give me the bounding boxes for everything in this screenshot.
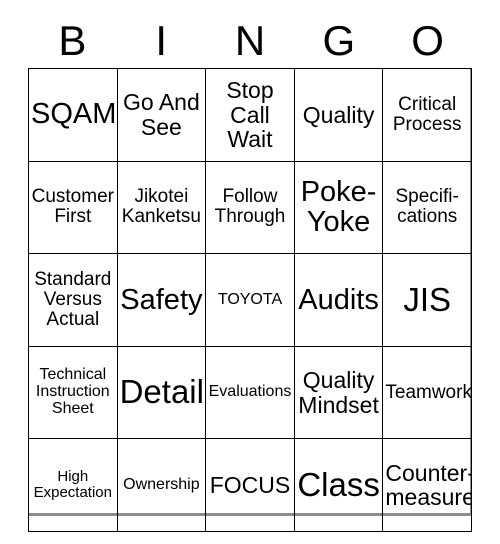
bingo-cell-label: TOYOTA	[217, 290, 283, 308]
bingo-cell-label: Standard Versus Actual	[34, 268, 112, 331]
bingo-header-letter-g: G	[322, 17, 356, 64]
bingo-cell-label: Technical Instruction Sheet	[35, 366, 110, 418]
bingo-row: SQAM Go And See Stop Call Wait Quality Criti…	[28, 68, 472, 162]
bingo-cell[interactable]: Poke- Yoke	[293, 160, 384, 255]
bingo-row: Customer First Jikotei Kanketsu Follow Thr…	[28, 160, 472, 255]
bingo-cell[interactable]: Follow Through	[205, 160, 295, 255]
bingo-cell[interactable]: Critical Process	[382, 68, 472, 162]
bingo-cell[interactable]: Teamwork	[382, 345, 472, 440]
bingo-cell[interactable]: Detail	[116, 345, 207, 440]
bingo-cell-label: Teamwork	[385, 381, 472, 403]
bingo-cell[interactable]: TOYOTA	[205, 253, 295, 347]
bingo-cell[interactable]: Technical Instruction Sheet	[28, 345, 118, 440]
bingo-row: High Expectation Ownership FOCUS Class Count…	[28, 438, 472, 532]
bingo-row: Standard Versus Actual Safety TOYOTA Audits…	[28, 253, 472, 347]
bingo-cell[interactable]: JIS	[382, 253, 472, 347]
bingo-row: Technical Instruction Sheet Detail Evaluat…	[28, 345, 472, 440]
bingo-cell[interactable]: Quality Mindset	[293, 345, 384, 440]
bingo-cell-label: FOCUS	[209, 471, 291, 498]
bingo-grid-container: SQAM Go And See Stop Call Wait Quality Criti…	[28, 68, 472, 532]
bingo-cell-label: JIS	[403, 280, 452, 318]
bingo-cell[interactable]: Evaluations	[205, 345, 295, 440]
bingo-cell[interactable]: High Expectation	[28, 438, 118, 532]
bingo-cell[interactable]: Quality	[293, 68, 384, 162]
bingo-cell-label: Specifi- cations	[395, 186, 459, 228]
bingo-cell-label: Stop Call Wait	[226, 77, 274, 152]
bingo-cell[interactable]: Stop Call Wait	[205, 68, 295, 162]
bingo-cell-label: Audits	[298, 283, 379, 316]
bingo-cell[interactable]: Audits	[293, 253, 384, 347]
bingo-cell-label: Poke- Yoke	[300, 175, 377, 239]
bingo-cell-label: Jikotei Kanketsu	[121, 186, 201, 228]
bingo-header-letter-i: I	[155, 17, 168, 64]
bingo-header: BINGO	[28, 14, 472, 68]
bingo-cell-label: Safety	[120, 283, 203, 316]
bingo-header-letter-n: N	[234, 17, 266, 64]
bingo-cell-label: Ownership	[123, 475, 200, 493]
bingo-cell[interactable]: FOCUS	[205, 438, 295, 532]
bingo-header-letter-o: O	[411, 17, 444, 64]
bingo-cell-label: Follow Through	[214, 186, 286, 228]
bingo-cell-label: Counter- measure	[385, 459, 472, 511]
bingo-cell-label: High Expectation	[33, 468, 112, 502]
bingo-cell[interactable]: Specifi- cations	[382, 160, 472, 255]
bingo-cell-label: Critical Process	[392, 93, 462, 135]
bingo-cell[interactable]: Customer First	[28, 160, 118, 255]
bingo-cell[interactable]: Safety	[116, 253, 207, 347]
bingo-cell[interactable]: Class	[293, 438, 384, 532]
bingo-cell[interactable]: Ownership	[116, 438, 207, 532]
bingo-cell-label: Customer First	[31, 186, 114, 228]
bingo-cell-label: Go And See	[123, 89, 200, 140]
bingo-cell-label: Quality	[302, 101, 375, 128]
bingo-grid-body: SQAM Go And See Stop Call Wait Quality Criti…	[28, 68, 472, 532]
bingo-cell-label: Quality Mindset	[298, 367, 379, 418]
bingo-card: B I N G O SQAM Go And See Stop Call Wait Qualit…	[0, 0, 500, 544]
bingo-cell[interactable]: SQAM	[28, 68, 118, 162]
bingo-header-letter-b: B	[58, 17, 87, 64]
bingo-cell[interactable]: Jikotei Kanketsu	[116, 160, 207, 255]
bingo-cell-label: Class	[297, 465, 380, 503]
bingo-cell[interactable]: Counter- measure	[382, 438, 472, 532]
bingo-cell-label: SQAM	[31, 98, 117, 131]
bingo-cell[interactable]: Standard Versus Actual	[28, 253, 118, 347]
bingo-grid: SQAM Go And See Stop Call Wait Quality Criti…	[28, 68, 472, 532]
bingo-cell-label: Evaluations	[208, 383, 292, 401]
bingo-cell[interactable]: Go And See	[116, 68, 207, 162]
bingo-cell-label: Detail	[119, 373, 204, 411]
